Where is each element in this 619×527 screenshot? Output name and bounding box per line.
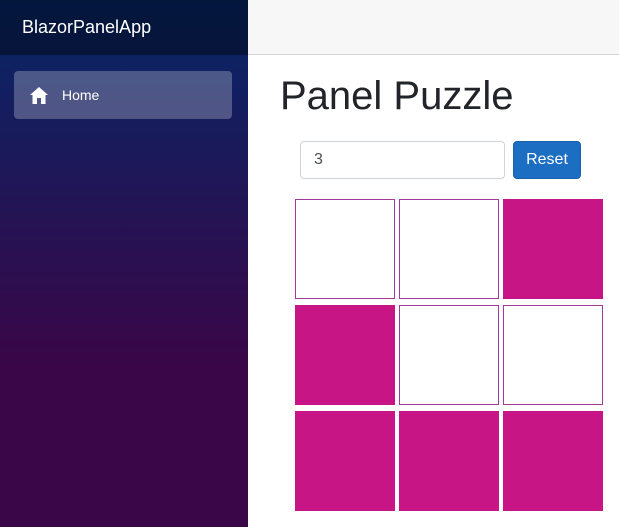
sidebar-item-home[interactable]: Home [14,71,232,119]
sidebar: BlazorPanelApp Home [0,0,248,527]
puzzle-grid [295,199,605,511]
top-row [248,0,619,55]
puzzle-cell-1-0[interactable] [295,305,395,405]
puzzle-cell-2-0[interactable] [295,411,395,511]
sidebar-nav: Home [0,55,248,119]
puzzle-cell-2-2[interactable] [503,411,603,511]
reset-button[interactable]: Reset [513,141,581,179]
sidebar-item-label: Home [62,87,100,103]
app-brand-link[interactable]: BlazorPanelApp [22,17,151,38]
puzzle-cell-1-2[interactable] [503,305,603,405]
puzzle-cell-0-1[interactable] [399,199,499,299]
puzzle-cell-1-1[interactable] [399,305,499,405]
home-icon [29,85,49,105]
main-content: Panel Puzzle Reset [248,0,619,527]
puzzle-cell-2-1[interactable] [399,411,499,511]
brand-bar: BlazorPanelApp [0,0,248,55]
puzzle-cell-0-0[interactable] [295,199,395,299]
puzzle-cell-0-2[interactable] [503,199,603,299]
grid-size-input[interactable] [300,141,505,179]
puzzle-controls: Reset [300,141,581,179]
page-title: Panel Puzzle [280,74,514,118]
